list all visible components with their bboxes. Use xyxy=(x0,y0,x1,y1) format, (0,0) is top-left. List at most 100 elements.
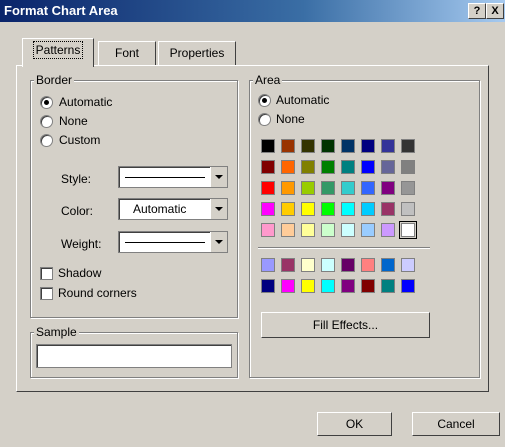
area-automatic-radio[interactable] xyxy=(258,94,271,107)
color-swatch[interactable] xyxy=(281,202,295,216)
color-swatch[interactable] xyxy=(281,258,295,272)
area-automatic-label: Automatic xyxy=(276,93,330,107)
color-swatch[interactable] xyxy=(341,258,355,272)
weight-label: Weight: xyxy=(61,237,102,251)
border-automatic-radio[interactable] xyxy=(40,96,53,109)
color-swatch[interactable] xyxy=(401,160,415,174)
color-swatch[interactable] xyxy=(341,279,355,293)
color-swatch[interactable] xyxy=(341,181,355,195)
area-none-label: None xyxy=(276,112,305,126)
tab-properties[interactable]: Properties xyxy=(158,41,236,66)
color-swatch[interactable] xyxy=(281,181,295,195)
round-corners-checkbox[interactable] xyxy=(40,287,53,300)
shadow-checkbox[interactable] xyxy=(40,267,53,280)
color-swatch[interactable] xyxy=(301,223,315,237)
color-swatch[interactable] xyxy=(281,223,295,237)
color-swatch[interactable] xyxy=(401,279,415,293)
color-swatch[interactable] xyxy=(361,202,375,216)
color-swatch[interactable] xyxy=(399,221,417,239)
color-swatch[interactable] xyxy=(261,160,275,174)
color-swatch[interactable] xyxy=(381,258,395,272)
title-bar: Format Chart Area ? X xyxy=(0,0,505,22)
color-swatch[interactable] xyxy=(301,160,315,174)
border-custom-radio[interactable] xyxy=(40,134,53,147)
chevron-down-icon[interactable] xyxy=(210,167,227,187)
color-swatch[interactable] xyxy=(301,258,315,272)
close-button[interactable]: X xyxy=(486,3,504,19)
color-swatch[interactable] xyxy=(401,181,415,195)
color-swatch[interactable] xyxy=(381,202,395,216)
color-value: Automatic xyxy=(133,202,187,216)
color-swatch[interactable] xyxy=(341,160,355,174)
style-dropdown[interactable] xyxy=(118,166,228,188)
border-none-radio[interactable] xyxy=(40,115,53,128)
color-swatch[interactable] xyxy=(401,202,415,216)
color-swatch[interactable] xyxy=(401,258,415,272)
tab-properties-label: Properties xyxy=(169,46,225,60)
color-swatch[interactable] xyxy=(361,223,375,237)
sample-group-label: Sample xyxy=(34,325,79,339)
color-swatch[interactable] xyxy=(381,139,395,153)
color-swatch[interactable] xyxy=(281,160,295,174)
color-swatch[interactable] xyxy=(261,181,275,195)
border-group-label: Border xyxy=(34,73,75,87)
color-swatch[interactable] xyxy=(281,279,295,293)
window-title: Format Chart Area xyxy=(4,3,118,18)
color-swatch[interactable] xyxy=(361,258,375,272)
color-swatch[interactable] xyxy=(321,202,335,216)
area-none-radio[interactable] xyxy=(258,113,271,126)
color-swatch[interactable] xyxy=(261,202,275,216)
sample-preview xyxy=(36,344,232,368)
color-swatch[interactable] xyxy=(381,279,395,293)
color-swatch[interactable] xyxy=(321,139,335,153)
color-swatch[interactable] xyxy=(321,160,335,174)
color-swatch[interactable] xyxy=(341,139,355,153)
color-swatch[interactable] xyxy=(261,258,275,272)
color-swatch[interactable] xyxy=(301,202,315,216)
color-dropdown[interactable]: Automatic xyxy=(118,198,228,220)
color-swatch[interactable] xyxy=(301,181,315,195)
color-swatch[interactable] xyxy=(261,279,275,293)
tab-patterns[interactable]: Patterns xyxy=(22,38,94,67)
tab-patterns-label: Patterns xyxy=(32,41,84,59)
help-button[interactable]: ? xyxy=(468,3,486,19)
color-swatch[interactable] xyxy=(361,181,375,195)
tab-font[interactable]: Font xyxy=(98,41,156,66)
color-swatch[interactable] xyxy=(361,139,375,153)
color-swatch[interactable] xyxy=(321,279,335,293)
color-swatch[interactable] xyxy=(381,181,395,195)
color-swatch[interactable] xyxy=(321,223,335,237)
border-automatic-label: Automatic xyxy=(59,95,113,109)
chevron-down-icon[interactable] xyxy=(210,232,227,252)
round-corners-label: Round corners xyxy=(58,286,137,300)
ok-button[interactable]: OK xyxy=(317,412,392,436)
color-swatch[interactable] xyxy=(321,258,335,272)
color-swatch[interactable] xyxy=(301,139,315,153)
palette-separator xyxy=(258,247,430,249)
color-swatch[interactable] xyxy=(341,202,355,216)
border-custom-label: Custom xyxy=(59,133,101,147)
style-line-preview xyxy=(125,177,205,178)
color-swatch[interactable] xyxy=(341,223,355,237)
color-swatch[interactable] xyxy=(261,139,275,153)
color-swatch[interactable] xyxy=(281,139,295,153)
color-swatch[interactable] xyxy=(321,181,335,195)
color-swatch[interactable] xyxy=(381,223,395,237)
weight-dropdown[interactable] xyxy=(118,231,228,253)
chevron-down-icon[interactable] xyxy=(210,199,227,219)
color-swatch[interactable] xyxy=(361,160,375,174)
color-swatch[interactable] xyxy=(401,139,415,153)
color-swatch[interactable] xyxy=(261,223,275,237)
shadow-label: Shadow xyxy=(58,266,102,280)
color-swatch[interactable] xyxy=(381,160,395,174)
style-label: Style: xyxy=(61,172,92,186)
color-swatch[interactable] xyxy=(361,279,375,293)
border-none-label: None xyxy=(59,114,88,128)
weight-line-preview xyxy=(125,242,205,243)
color-swatch[interactable] xyxy=(301,279,315,293)
tab-font-label: Font xyxy=(114,46,139,60)
area-group-label: Area xyxy=(253,73,283,87)
fill-effects-button[interactable]: Fill Effects... xyxy=(261,312,430,338)
cancel-button[interactable]: Cancel xyxy=(412,412,500,436)
color-label: Color: xyxy=(61,204,94,218)
